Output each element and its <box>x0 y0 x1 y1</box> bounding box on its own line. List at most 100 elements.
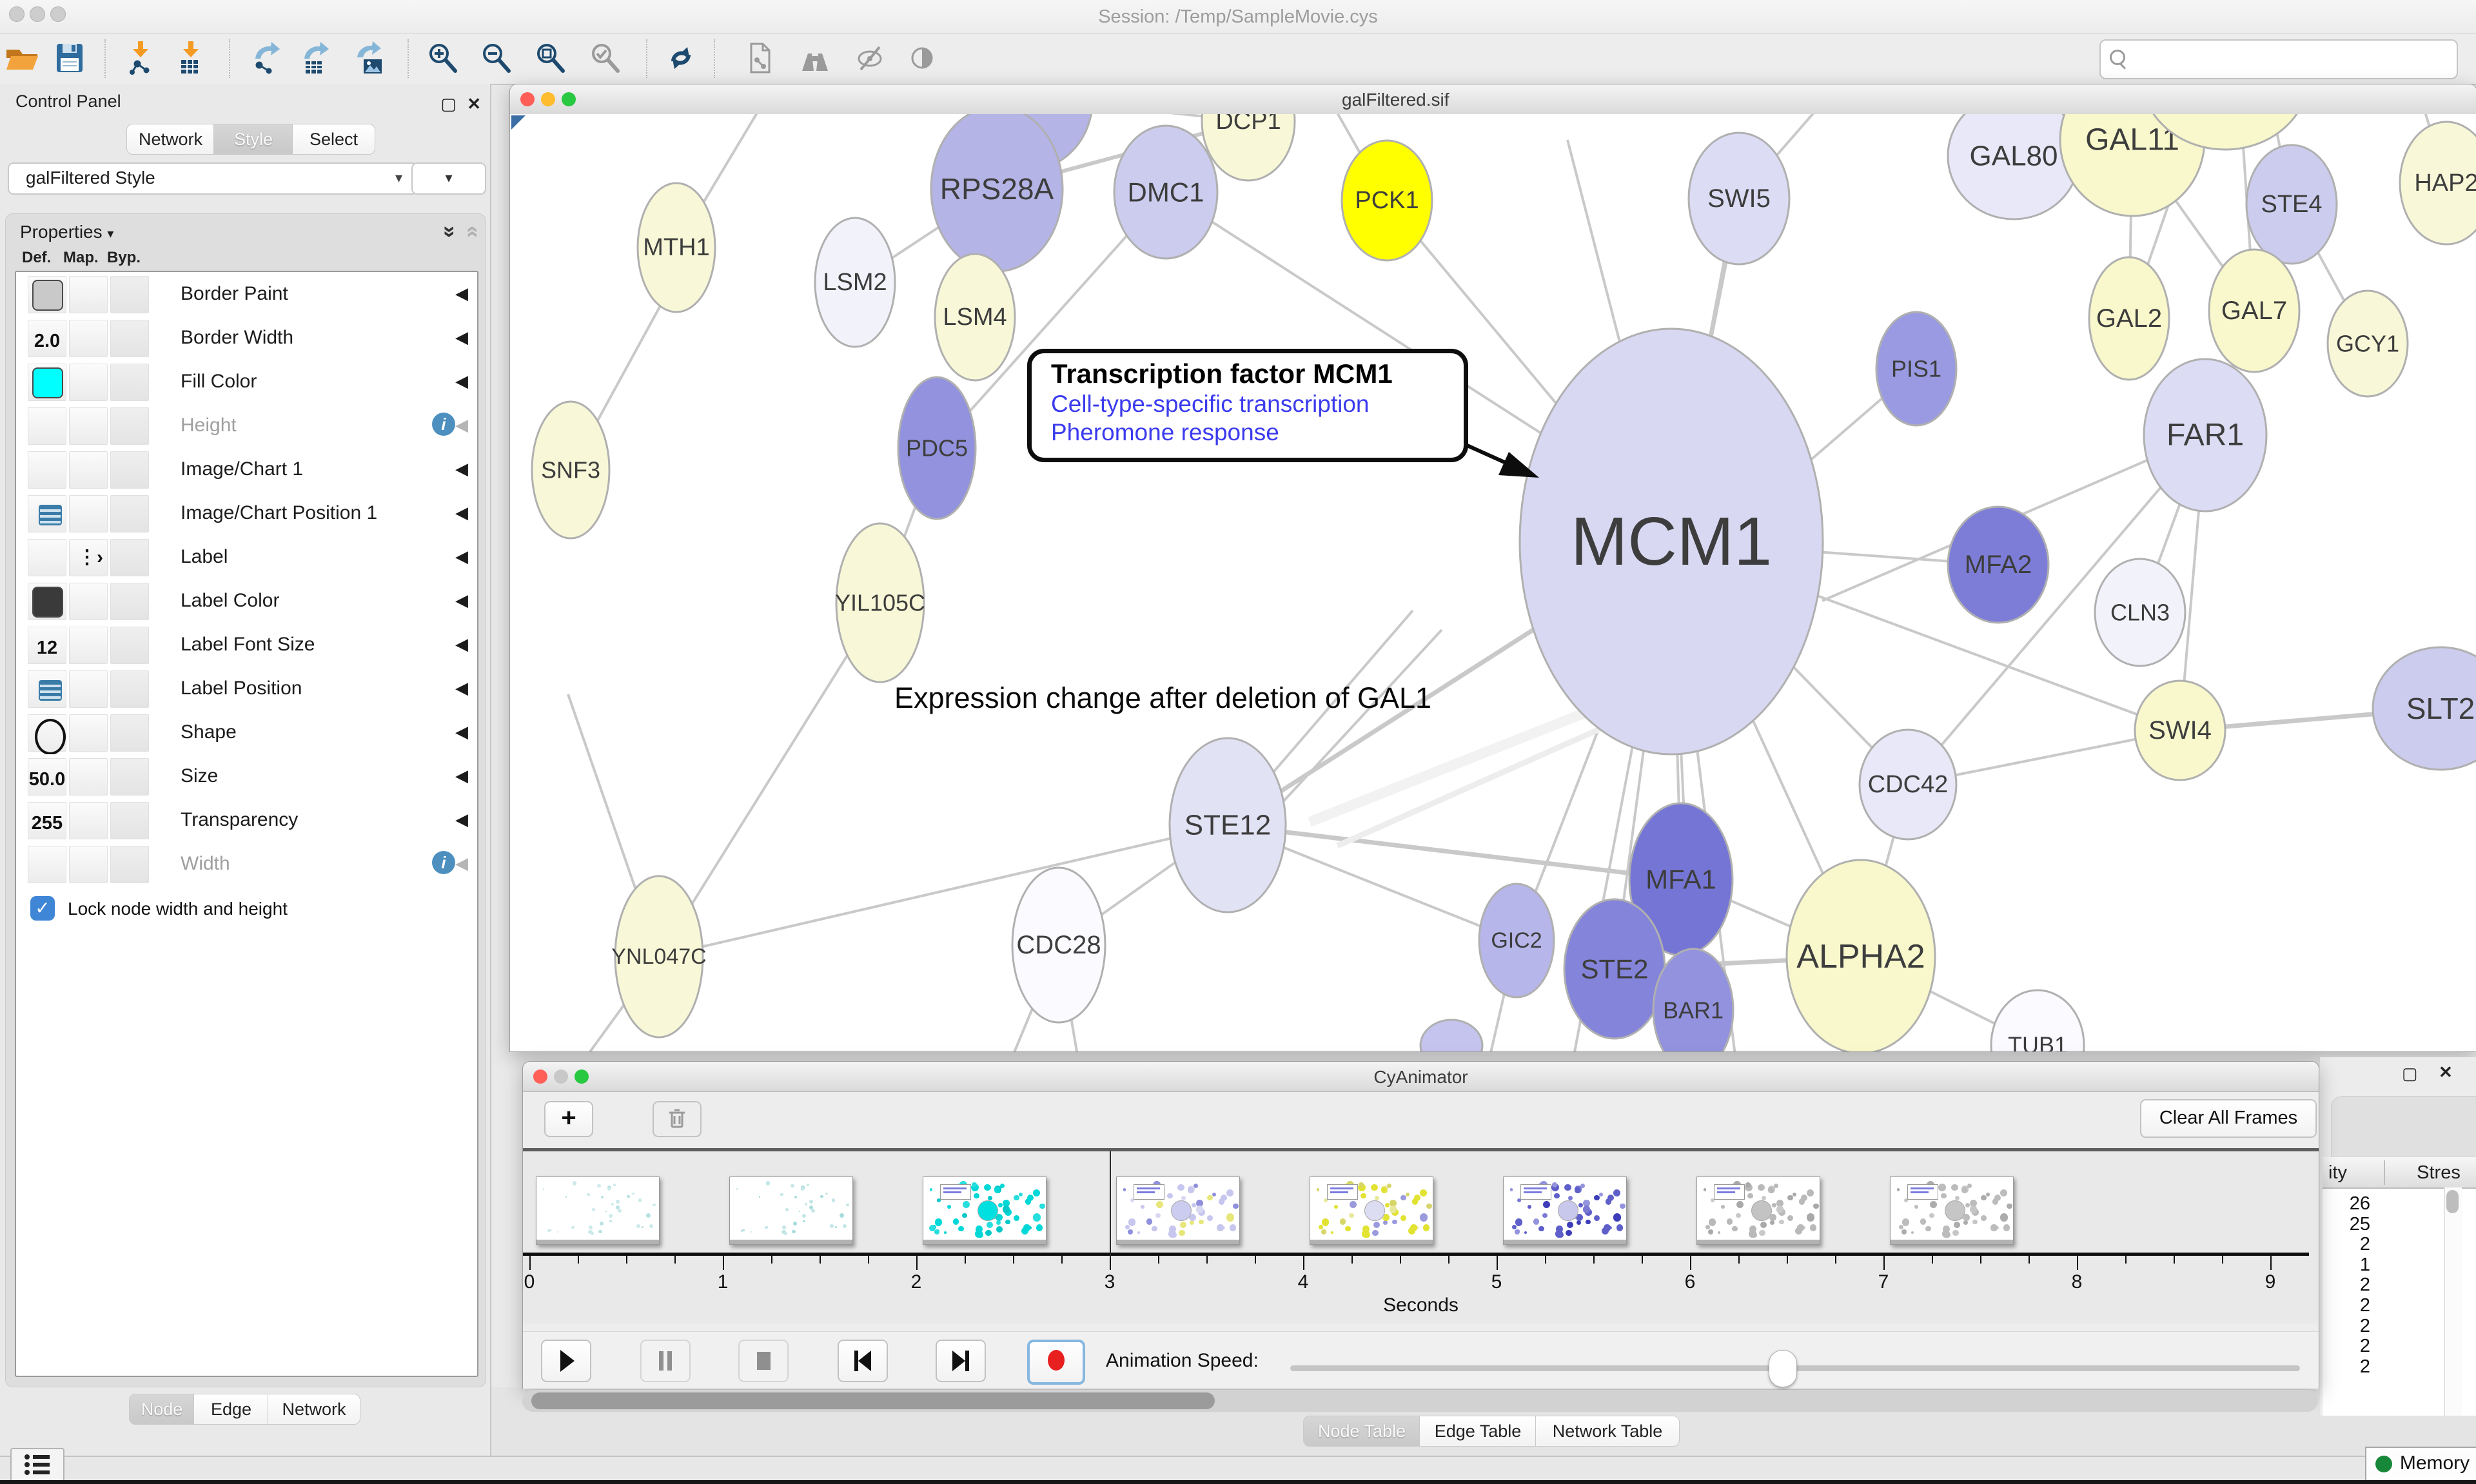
mapping-cell[interactable]: ⋮› <box>69 539 108 576</box>
network-node-dcp1[interactable]: DCP1 <box>1202 114 1295 181</box>
properties-header[interactable]: Properties ▾ <box>20 222 113 242</box>
expand-arrow-icon[interactable]: ◀ <box>455 415 468 435</box>
tab-edge-table[interactable]: Edge Table <box>1419 1416 1537 1447</box>
bypass-cell[interactable] <box>110 539 149 576</box>
skip-to-start-button[interactable] <box>838 1340 888 1382</box>
bypass-cell[interactable] <box>110 846 149 883</box>
network-node-rps28a[interactable]: RPS28A <box>931 114 1063 271</box>
property-row-border-width[interactable]: 2.0Border Width◀ <box>16 316 477 361</box>
expand-arrow-icon[interactable]: ◀ <box>455 459 468 479</box>
float-panel-icon[interactable]: ▢ <box>2402 1064 2418 1084</box>
network-node-ste4[interactable]: STE4 <box>2246 145 2337 264</box>
pause-button[interactable] <box>640 1340 691 1382</box>
network-node-pis1[interactable]: PIS1 <box>1876 312 1956 425</box>
network-node-gic2[interactable]: GIC2 <box>1479 884 1554 997</box>
tab-network[interactable]: Network <box>126 124 215 155</box>
lock-checkbox[interactable]: ✓ <box>30 896 55 921</box>
delete-frame-button[interactable] <box>653 1101 702 1137</box>
export-network-icon[interactable] <box>248 41 282 75</box>
bypass-cell[interactable] <box>110 451 149 489</box>
bypass-cell[interactable] <box>110 758 149 796</box>
network-node-mcm1[interactable]: MCM1 <box>1520 329 1823 754</box>
property-row-fill-color[interactable]: Fill Color◀ <box>16 360 477 405</box>
network-node-dmc1[interactable]: DMC1 <box>1114 126 1217 259</box>
tab-node[interactable]: Node <box>129 1394 195 1425</box>
default-cell[interactable]: 2.0 <box>28 320 66 357</box>
record-button[interactable] <box>1027 1340 1085 1385</box>
network-node-ste12[interactable]: STE12 <box>1170 738 1286 912</box>
task-history-button[interactable] <box>10 1448 64 1481</box>
network-edge[interactable] <box>659 825 1228 957</box>
frame-thumbnail-1[interactable] <box>729 1176 853 1245</box>
property-row-image-chart-position-1[interactable]: Image/Chart Position 1◀ <box>16 491 477 536</box>
collapse-all-icon[interactable]: « <box>460 226 486 238</box>
bypass-cell[interactable] <box>110 364 149 401</box>
property-row-image-chart-1[interactable]: Image/Chart 1◀ <box>16 447 477 493</box>
refresh-layout-icon[interactable] <box>663 41 698 75</box>
info-icon[interactable]: i <box>432 413 455 436</box>
style-options-button[interactable]: ▾ <box>411 162 486 195</box>
column-header[interactable]: Stres <box>2403 1162 2474 1184</box>
expand-arrow-icon[interactable]: ◀ <box>455 591 468 610</box>
bypass-cell[interactable] <box>110 714 149 752</box>
table-cell[interactable]: 2 <box>2323 1295 2370 1316</box>
default-cell[interactable] <box>28 364 66 401</box>
zoom-out-icon[interactable] <box>480 41 515 75</box>
mapping-cell[interactable] <box>69 407 108 445</box>
mapping-cell[interactable] <box>69 714 108 752</box>
property-row-label-position[interactable]: Label Position◀ <box>16 667 477 712</box>
default-cell[interactable] <box>28 539 66 576</box>
mapping-cell[interactable] <box>69 320 108 357</box>
table-cell[interactable]: 26 <box>2323 1193 2370 1215</box>
cyanimator-titlebar[interactable]: CyAnimator <box>523 1062 2319 1092</box>
network-node-gal80[interactable]: GAL80 <box>1948 114 2079 219</box>
maximize-icon[interactable] <box>562 92 576 106</box>
bypass-cell[interactable] <box>110 320 149 357</box>
property-row-width[interactable]: Widthi◀ <box>16 842 477 887</box>
skip-to-end-button[interactable] <box>936 1340 986 1382</box>
default-cell[interactable] <box>28 451 66 489</box>
bypass-cell[interactable] <box>110 583 149 620</box>
network-node-cdc42[interactable]: CDC42 <box>1860 730 1956 839</box>
tab-network-table[interactable]: Network Table <box>1535 1416 1680 1447</box>
timeline[interactable]: 0123456789Seconds <box>523 1151 2319 1323</box>
network-node-alpha2[interactable]: ALPHA2 <box>1787 860 1935 1051</box>
network-node-cdc28[interactable]: CDC28 <box>1012 868 1105 1022</box>
annotation-link[interactable]: Cell-type-specific transcription <box>1051 391 1464 418</box>
property-row-shape[interactable]: Shape◀ <box>16 710 477 756</box>
table-cell[interactable]: 2 <box>2323 1274 2370 1296</box>
property-row-height[interactable]: Heighti◀ <box>16 404 477 449</box>
tab-select[interactable]: Select <box>292 124 375 155</box>
frame-thumbnail-6[interactable] <box>1696 1176 1820 1245</box>
memory-button[interactable]: Memory <box>2365 1447 2476 1481</box>
network-node-mfa2[interactable]: MFA2 <box>1948 507 2049 623</box>
mapping-cell[interactable] <box>69 802 108 839</box>
network-window-titlebar[interactable]: galFiltered.sif <box>510 84 2476 115</box>
expand-arrow-icon[interactable]: ◀ <box>455 678 468 698</box>
default-cell[interactable] <box>28 714 66 752</box>
expand-arrow-icon[interactable]: ◀ <box>455 722 468 742</box>
tab-edge[interactable]: Edge <box>193 1394 269 1425</box>
expand-arrow-icon[interactable]: ◀ <box>455 634 468 654</box>
network-node-ynl047c[interactable]: YNL047C <box>611 876 706 1037</box>
expand-all-icon[interactable]: » <box>437 226 462 238</box>
mapping-cell[interactable] <box>69 583 108 620</box>
zoom-fit-icon[interactable] <box>534 41 569 75</box>
network-node-pdc5[interactable]: PDC5 <box>898 377 976 519</box>
network-node-ste2[interactable]: STE2 <box>1564 899 1665 1039</box>
network-file-icon[interactable] <box>742 41 777 75</box>
default-cell[interactable]: 255 <box>28 802 66 839</box>
network-node-far1[interactable]: FAR1 <box>2144 359 2266 511</box>
network-node-lsm2[interactable]: LSM2 <box>815 218 895 347</box>
expand-arrow-icon[interactable]: ◀ <box>455 547 468 567</box>
bypass-cell[interactable] <box>110 802 149 839</box>
frame-thumbnail-7[interactable] <box>1890 1176 2014 1245</box>
network-node-swi4[interactable]: SWI4 <box>2135 681 2225 780</box>
table-cell[interactable]: 1 <box>2323 1255 2370 1276</box>
network-node-mth1[interactable]: MTH1 <box>638 183 715 312</box>
network-node-yil105c[interactable]: YIL105C <box>835 523 925 682</box>
play-button[interactable] <box>541 1340 591 1382</box>
network-node-snf3[interactable]: SNF3 <box>532 402 609 538</box>
network-node-pck1[interactable]: PCK1 <box>1342 141 1432 260</box>
expand-arrow-icon[interactable]: ◀ <box>455 766 468 786</box>
